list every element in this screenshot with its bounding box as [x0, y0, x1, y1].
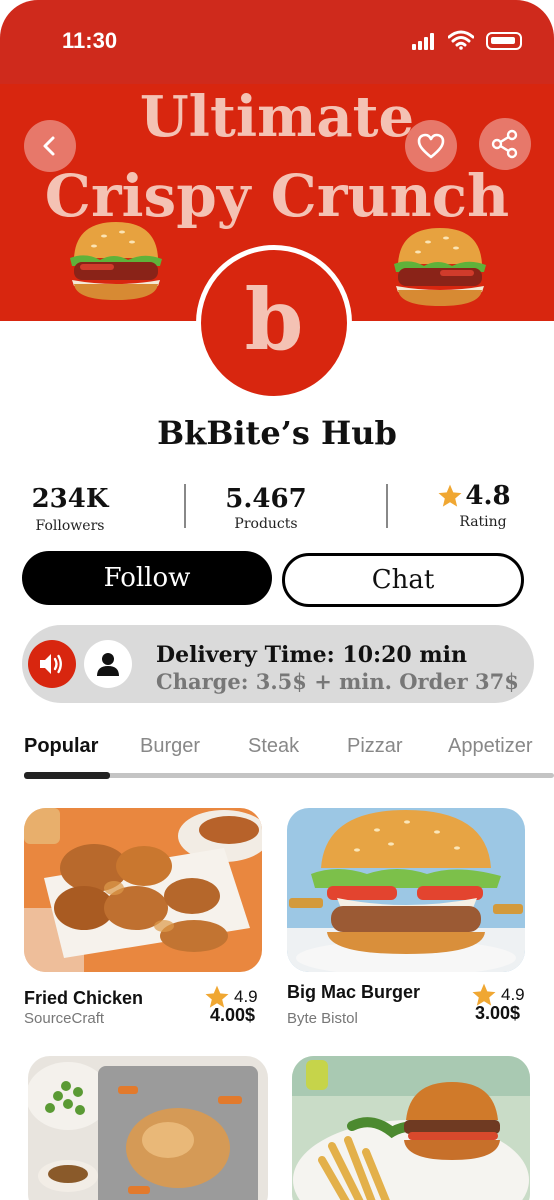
contact-button[interactable] — [84, 640, 132, 688]
product-shop: SourceCraft — [24, 1010, 105, 1027]
product-image-big-mac[interactable] — [287, 808, 525, 972]
big-mac-picture — [287, 808, 525, 972]
battery-icon — [486, 32, 522, 50]
stat-followers-value: 234K — [31, 484, 109, 514]
speaker-button[interactable] — [28, 640, 76, 688]
tab-appetizer[interactable]: Appetizer — [448, 735, 533, 758]
delivery-info: Delivery Time: 10:20 min Charge: 3.5$ + … — [22, 625, 534, 703]
delivery-time: Delivery Time: 10:20 min — [156, 642, 468, 668]
product-shop: Byte Bistol — [287, 1010, 358, 1027]
product-image-roast-chicken[interactable] — [28, 1056, 268, 1200]
star-icon — [438, 484, 462, 507]
product-image-fried-chicken[interactable] — [24, 808, 262, 972]
favorite-button[interactable] — [405, 120, 457, 172]
tab-steak[interactable]: Steak — [248, 735, 299, 758]
roast-chicken-picture — [28, 1056, 268, 1200]
heart-icon — [417, 133, 445, 159]
tab-burger[interactable]: Burger — [140, 735, 200, 758]
stat-rating-label: Rating — [459, 514, 507, 530]
burger-image-right — [394, 228, 486, 306]
stat-rating-value-row: 4.8 — [424, 483, 524, 509]
product-price: 4.00$ — [210, 1005, 256, 1025]
tab-pizzar[interactable]: Pizzar — [347, 735, 403, 758]
store-logo-letter: b — [244, 270, 304, 369]
follow-button[interactable]: Follow — [22, 551, 272, 605]
product-image-burger-fries[interactable] — [292, 1056, 530, 1200]
burger-image-left — [70, 222, 162, 300]
product-rating-value: 4.9 — [501, 985, 525, 1004]
burger-fries-picture — [292, 1056, 530, 1200]
stat-products-label: Products — [234, 516, 298, 532]
stat-rating: 4.8 Rating — [424, 483, 524, 530]
stat-divider — [184, 484, 186, 528]
stat-followers: 234K Followers — [10, 486, 130, 534]
store-name: BkBite’s Hub — [157, 414, 397, 452]
speaker-icon — [40, 654, 62, 674]
stat-followers-label: Followers — [35, 518, 105, 534]
person-icon — [97, 653, 119, 676]
chat-button[interactable]: Chat — [282, 553, 524, 607]
product-rating-value: 4.9 — [234, 987, 258, 1006]
stat-rating-value: 4.8 — [465, 481, 511, 511]
app-screen: 11:30 Ultimate Crispy Crunch b BkBite’s … — [0, 0, 554, 1200]
product-name: Big Mac Burger — [287, 982, 421, 1002]
share-icon — [491, 129, 518, 159]
wifi-icon — [448, 30, 474, 50]
stat-divider — [386, 484, 388, 528]
status-time: 11:30 — [62, 28, 118, 53]
product-price: 3.00$ — [475, 1003, 521, 1023]
share-button[interactable] — [479, 118, 531, 170]
delivery-charge: Charge: 3.5$ + min. Order 37$ — [156, 669, 519, 694]
back-button[interactable] — [24, 120, 76, 172]
back-icon — [43, 136, 55, 156]
tab-active-indicator — [24, 772, 110, 779]
store-logo: b — [196, 245, 352, 401]
tab-popular[interactable]: Popular — [24, 735, 98, 758]
product-name: Fried Chicken — [24, 988, 144, 1008]
signal-icon — [412, 32, 440, 50]
banner-title-line1: Ultimate — [139, 84, 415, 150]
stat-products: 5.467 Products — [206, 486, 326, 532]
status-bar: 11:30 — [0, 0, 554, 84]
fried-chicken-picture — [24, 808, 262, 972]
stat-products-value: 5.467 — [225, 484, 307, 514]
